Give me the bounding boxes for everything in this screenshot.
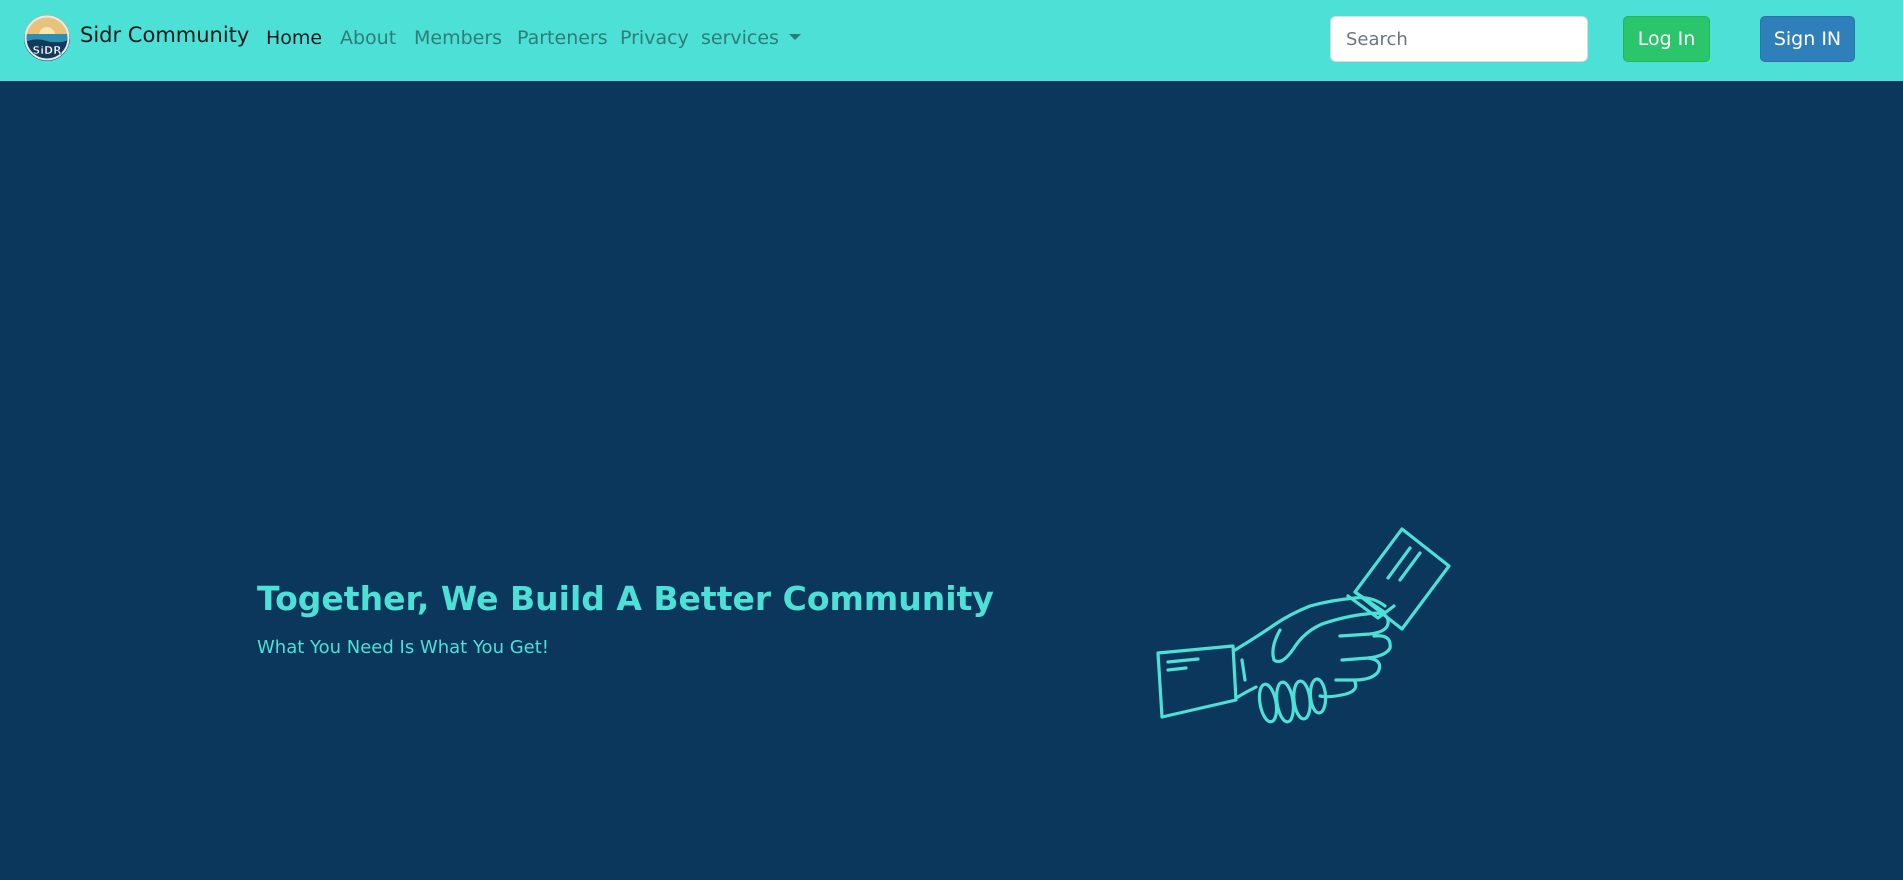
hero-subtitle: What You Need Is What You Get! — [257, 637, 549, 658]
nav-item-home[interactable]: Home — [266, 27, 322, 49]
hero-title: Together, We Build A Better Community — [257, 579, 994, 618]
brand-link[interactable]: SiDR Sidr Community — [24, 15, 249, 61]
handshake-icon — [1156, 527, 1451, 724]
nav-item-services-label: services — [701, 27, 779, 49]
login-button[interactable]: Log In — [1623, 16, 1710, 62]
caret-down-icon — [788, 34, 801, 40]
svg-text:SiDR: SiDR — [32, 44, 62, 57]
search-input[interactable] — [1330, 16, 1588, 62]
nav-item-privacy[interactable]: Privacy — [620, 27, 689, 49]
sidr-logo: SiDR — [24, 15, 70, 61]
signin-button[interactable]: Sign IN — [1760, 16, 1855, 62]
brand-name: Sidr Community — [80, 23, 250, 47]
navbar: SiDR Sidr Community Home About Members P… — [0, 0, 1903, 81]
nav-item-members[interactable]: Members — [414, 27, 502, 49]
nav-item-parteners[interactable]: Parteners — [517, 27, 608, 49]
nav-item-services-dropdown[interactable]: services — [701, 27, 801, 49]
nav-item-about[interactable]: About — [340, 27, 396, 49]
